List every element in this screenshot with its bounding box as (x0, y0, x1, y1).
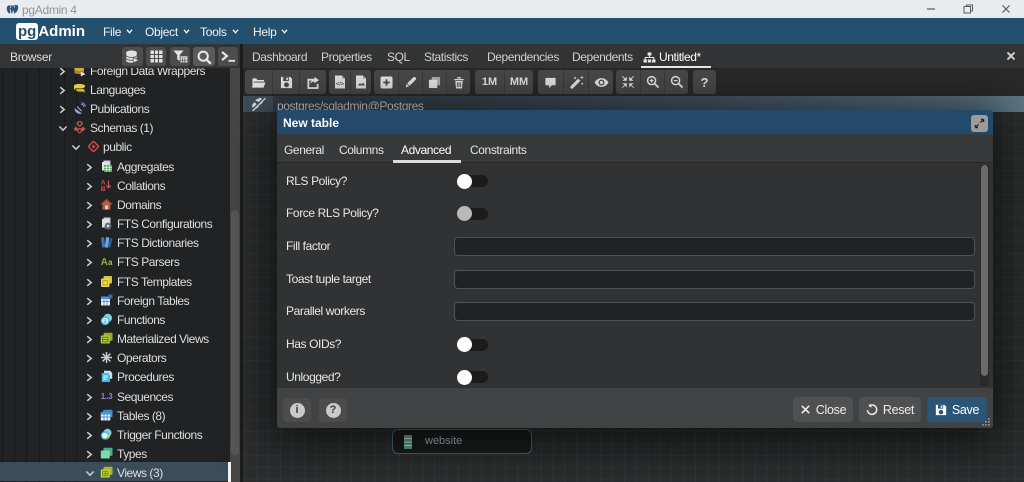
svg-text:B: B (101, 186, 106, 192)
svg-text:</>: </> (336, 82, 344, 88)
svg-text:1..3: 1..3 (101, 392, 113, 401)
svg-text:A: A (101, 257, 108, 268)
svg-text:a: a (108, 258, 113, 267)
